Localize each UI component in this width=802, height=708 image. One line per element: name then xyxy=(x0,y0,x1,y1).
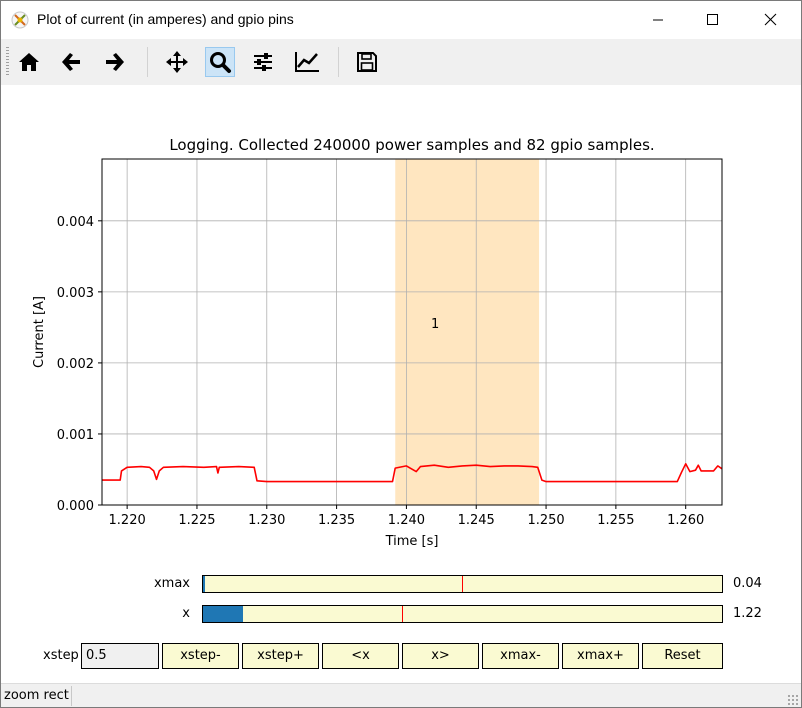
y-tick-label: 0.002 xyxy=(57,357,94,372)
save-icon xyxy=(357,52,377,72)
toolbar-grip[interactable] xyxy=(6,47,9,77)
x-tick-label: 1.230 xyxy=(248,513,285,528)
home-icon xyxy=(19,53,39,71)
x-slider-value: 1.22 xyxy=(733,606,762,621)
minimize-icon xyxy=(653,19,663,21)
xstep-minus-button[interactable]: xstep- xyxy=(162,643,239,669)
xmax-plus-button[interactable]: xmax+ xyxy=(562,643,639,669)
pan-icon xyxy=(166,51,188,73)
y-tick-label: 0.000 xyxy=(57,499,94,514)
xstep-input[interactable]: 0.5 xyxy=(81,643,159,669)
x-slider-fill xyxy=(203,606,243,622)
xstep-plus-button[interactable]: xstep+ xyxy=(242,643,319,669)
xmax-slider-label: xmax xyxy=(153,576,190,591)
x-slider-marker xyxy=(402,606,403,622)
gpio-highlight-span xyxy=(395,159,540,505)
save-button[interactable] xyxy=(352,47,382,77)
back-arrow-icon xyxy=(62,53,80,71)
x-tick-label: 1.245 xyxy=(458,513,495,528)
zoom-icon xyxy=(210,52,231,73)
minimize-button[interactable] xyxy=(635,1,681,39)
subplots-button[interactable] xyxy=(248,47,278,77)
toolbar-separator xyxy=(147,47,148,77)
close-button[interactable] xyxy=(747,1,793,39)
x-tick-label: 1.250 xyxy=(527,513,564,528)
forward-arrow-icon xyxy=(106,53,124,71)
title-bar: Plot of current (in amperes) and gpio pi… xyxy=(1,1,801,39)
maximize-icon xyxy=(707,14,718,25)
maximize-button[interactable] xyxy=(689,1,735,39)
current-chart[interactable]: 1.220 1.225 1.230 1.235 1.240 1.245 1.250 1.255… xyxy=(1,85,801,555)
status-text: zoom rect xyxy=(4,688,69,703)
y-tick-label: 0.001 xyxy=(57,428,94,443)
x-tick-label: 1.255 xyxy=(597,513,634,528)
x-right-button[interactable]: x> xyxy=(402,643,479,669)
pan-button[interactable] xyxy=(162,47,192,77)
app-icon xyxy=(11,11,29,29)
window-title: Plot of current (in amperes) and gpio pi… xyxy=(37,11,294,27)
y-tick-label: 0.003 xyxy=(57,286,94,301)
chart-title: Logging. Collected 240000 power samples … xyxy=(169,136,654,154)
close-icon xyxy=(764,13,777,26)
status-bar: zoom rect xyxy=(1,683,801,707)
toolbar xyxy=(1,39,801,85)
reset-button[interactable]: Reset xyxy=(642,643,723,669)
back-button[interactable] xyxy=(57,47,87,77)
xmax-slider-value: 0.04 xyxy=(733,576,762,591)
subplots-icon xyxy=(254,53,272,71)
x-tick-label: 1.240 xyxy=(388,513,425,528)
y-axis-label: Current [A] xyxy=(32,296,47,368)
xmax-slider-marker xyxy=(462,576,463,592)
gpio-highlight-label: 1 xyxy=(431,317,439,332)
app-window: Plot of current (in amperes) and gpio pi… xyxy=(0,0,802,708)
status-divider xyxy=(71,686,72,706)
resize-grip-icon[interactable] xyxy=(787,694,799,706)
xmax-minus-button[interactable]: xmax- xyxy=(482,643,559,669)
figure-canvas[interactable]: 1.220 1.225 1.230 1.235 1.240 1.245 1.250 1.255… xyxy=(1,85,801,683)
axes-icon xyxy=(295,52,319,72)
xmax-slider-fill xyxy=(203,576,205,592)
x-axis-label: Time [s] xyxy=(385,534,439,549)
x-tick-label: 1.260 xyxy=(667,513,704,528)
y-tick-label: 0.004 xyxy=(57,215,94,230)
x-slider-label: x xyxy=(182,606,190,621)
x-left-button[interactable]: <x xyxy=(322,643,399,669)
zoom-button[interactable] xyxy=(205,47,235,77)
x-tick-label: 1.225 xyxy=(178,513,215,528)
customize-axes-button[interactable] xyxy=(291,47,321,77)
xmax-slider[interactable] xyxy=(202,575,723,593)
x-tick-label: 1.220 xyxy=(109,513,146,528)
forward-button[interactable] xyxy=(99,47,129,77)
toolbar-separator xyxy=(338,47,339,77)
x-slider[interactable] xyxy=(202,605,723,623)
xstep-label: xstep xyxy=(43,648,79,663)
x-tick-label: 1.235 xyxy=(318,513,355,528)
home-button[interactable] xyxy=(14,47,44,77)
